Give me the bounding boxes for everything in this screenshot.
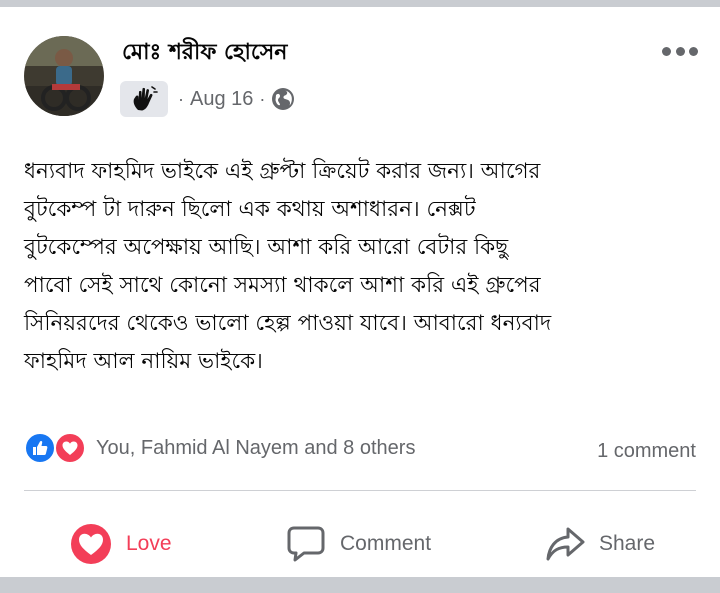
- more-options-button[interactable]: [662, 45, 698, 57]
- reactions-summary[interactable]: You, Fahmid Al Nayem and 8 others: [24, 431, 415, 465]
- comment-button[interactable]: Comment: [286, 515, 431, 573]
- like-icon: [24, 432, 56, 464]
- post-meta: · Aug 16 ·: [120, 81, 295, 117]
- comment-icon: [287, 526, 325, 562]
- author-avatar[interactable]: [24, 36, 104, 116]
- share-label: Share: [599, 532, 656, 555]
- reaction-icons: [24, 431, 90, 465]
- avatar-photo: [24, 36, 104, 116]
- hand-wave-icon: [133, 86, 158, 111]
- comment-label: Comment: [340, 532, 432, 555]
- meta-separator: ·: [259, 88, 266, 109]
- reactions-text: You, Fahmid Al Nayem and 8 others: [96, 436, 416, 459]
- comments-count-link[interactable]: 1 comment: [597, 440, 696, 463]
- meta-separator: ·: [178, 88, 184, 109]
- post-text: ধন্যবাদ ফাহমিদ ভাইকে এই গ্রুপ্টা ক্রিয়ে…: [24, 159, 552, 374]
- action-bar: Love Comment Share: [0, 515, 720, 573]
- love-icon: [71, 524, 111, 564]
- author-name[interactable]: মোঃ শরীফ হোসেন: [122, 35, 287, 72]
- dot-icon: [689, 46, 698, 56]
- member-badge[interactable]: [120, 81, 168, 117]
- love-button[interactable]: Love: [70, 515, 172, 573]
- dot-icon: [675, 46, 685, 56]
- love-icon: [54, 432, 86, 464]
- love-label: Love: [126, 532, 172, 555]
- share-button[interactable]: Share: [545, 515, 655, 573]
- divider: [24, 490, 696, 491]
- globe-icon[interactable]: [271, 87, 295, 111]
- dot-icon: [662, 46, 671, 56]
- post-date[interactable]: Aug 16: [190, 88, 253, 111]
- post-card: মোঃ শরীফ হোসেন · Aug 16 · ধন্যবাদ ফাহমিদ…: [0, 7, 720, 577]
- share-icon: [546, 527, 585, 561]
